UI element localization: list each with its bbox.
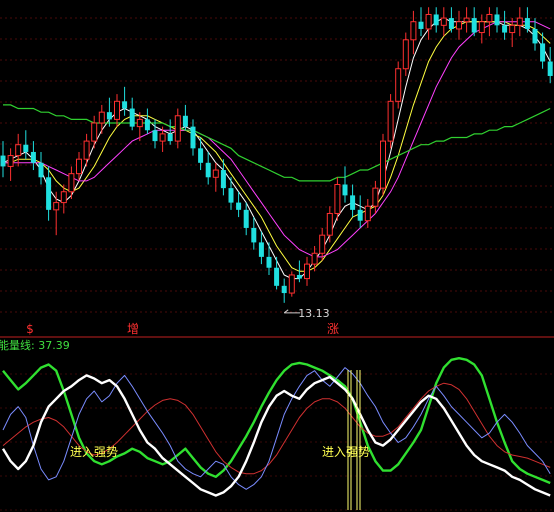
candle-body (53, 202, 60, 211)
candle-body (448, 18, 454, 29)
oscillator-lines: 能量线: 37.39 (0, 338, 551, 497)
candle-body (456, 21, 462, 30)
overlay-annotations: 进入强势 进入强势 (70, 370, 370, 510)
candle-body (281, 285, 287, 294)
candle-body (425, 13, 432, 30)
candle-body (23, 144, 29, 152)
candle-body (258, 242, 264, 257)
candle-body (288, 274, 295, 294)
candle-body (114, 100, 120, 120)
candle-body (122, 101, 128, 109)
candle-body (76, 158, 82, 175)
candle-body (380, 140, 386, 189)
candle-body (402, 39, 409, 70)
candle-body (350, 195, 356, 210)
candle-body (30, 151, 36, 163)
candle-body (547, 61, 553, 76)
candle-body (433, 14, 439, 26)
candle-body (486, 13, 493, 23)
candle-body (251, 227, 257, 243)
candle-body (418, 21, 424, 29)
candle-body (83, 140, 90, 160)
candle-body (410, 21, 417, 41)
candlestick-series: 13.13 (0, 7, 553, 320)
candle-body (516, 17, 523, 26)
candle-body (274, 267, 280, 286)
candle-body (236, 202, 242, 210)
candle-body (471, 18, 477, 33)
candle-body (395, 68, 402, 102)
candle-body (159, 133, 166, 142)
candle-body (46, 177, 52, 210)
oscillator-annotation: 进入强势 (70, 445, 118, 459)
candle-body (212, 169, 219, 178)
candle-body (311, 252, 318, 265)
candle-body (266, 256, 272, 268)
candle-body (372, 187, 379, 207)
oscillator-title: 能量线: 37.39 (0, 338, 70, 352)
candle-body (304, 263, 310, 280)
candle-body (509, 24, 516, 34)
signal-marker: 增 (127, 322, 139, 336)
signal-marker-row: $ 增 涨 (26, 321, 339, 336)
candle-body (243, 209, 249, 228)
stock-chart-screen: 13.13 $ 增 涨 能量线: 37.39 进入强势 进入强势 (0, 0, 554, 512)
candle-body (440, 17, 447, 26)
candle-body (364, 205, 371, 222)
candle-body (15, 144, 22, 157)
candle-body (144, 119, 150, 131)
oscillator-line-4 (1, 374, 551, 497)
signal-marker: $ (26, 322, 34, 336)
candle-body (524, 18, 530, 29)
candle-body (91, 122, 98, 142)
oscillator-line-3 (2, 367, 551, 490)
candle-body (205, 162, 211, 178)
candle-body (326, 212, 333, 236)
candle-body (228, 188, 234, 203)
candle-body (463, 17, 470, 23)
candle-body (68, 173, 75, 193)
candle-body (540, 43, 546, 62)
candle-body (174, 115, 181, 142)
candle-body (38, 162, 44, 178)
candle-body (334, 184, 341, 214)
candle-body (190, 126, 196, 149)
oscillator-annotation: 进入强势 (322, 445, 370, 459)
candle-body (220, 170, 226, 189)
candle-body (136, 118, 143, 128)
candle-body (7, 155, 14, 167)
candle-body (494, 14, 500, 26)
candle-body (167, 133, 173, 142)
candle-body (182, 115, 188, 127)
low-price-label: 13.13 (298, 307, 330, 320)
candle-body (478, 21, 485, 34)
candle-body (502, 25, 508, 33)
ma-line-3 (3, 21, 551, 258)
candle-body (106, 112, 112, 120)
candle-body (357, 209, 363, 221)
candle-body (98, 111, 105, 124)
candle-body (60, 191, 67, 204)
candle-body (129, 108, 135, 127)
candle-body (387, 100, 394, 142)
candle-body (532, 28, 538, 44)
candle-body (319, 234, 326, 254)
chart-canvas: 13.13 $ 增 涨 能量线: 37.39 进入强势 进入强势 (0, 7, 554, 511)
candle-body (296, 274, 302, 279)
candle-body (198, 148, 204, 163)
candle-body (0, 155, 6, 167)
candle-body (152, 130, 158, 142)
signal-marker: 涨 (327, 321, 339, 336)
candle-body (342, 184, 348, 196)
